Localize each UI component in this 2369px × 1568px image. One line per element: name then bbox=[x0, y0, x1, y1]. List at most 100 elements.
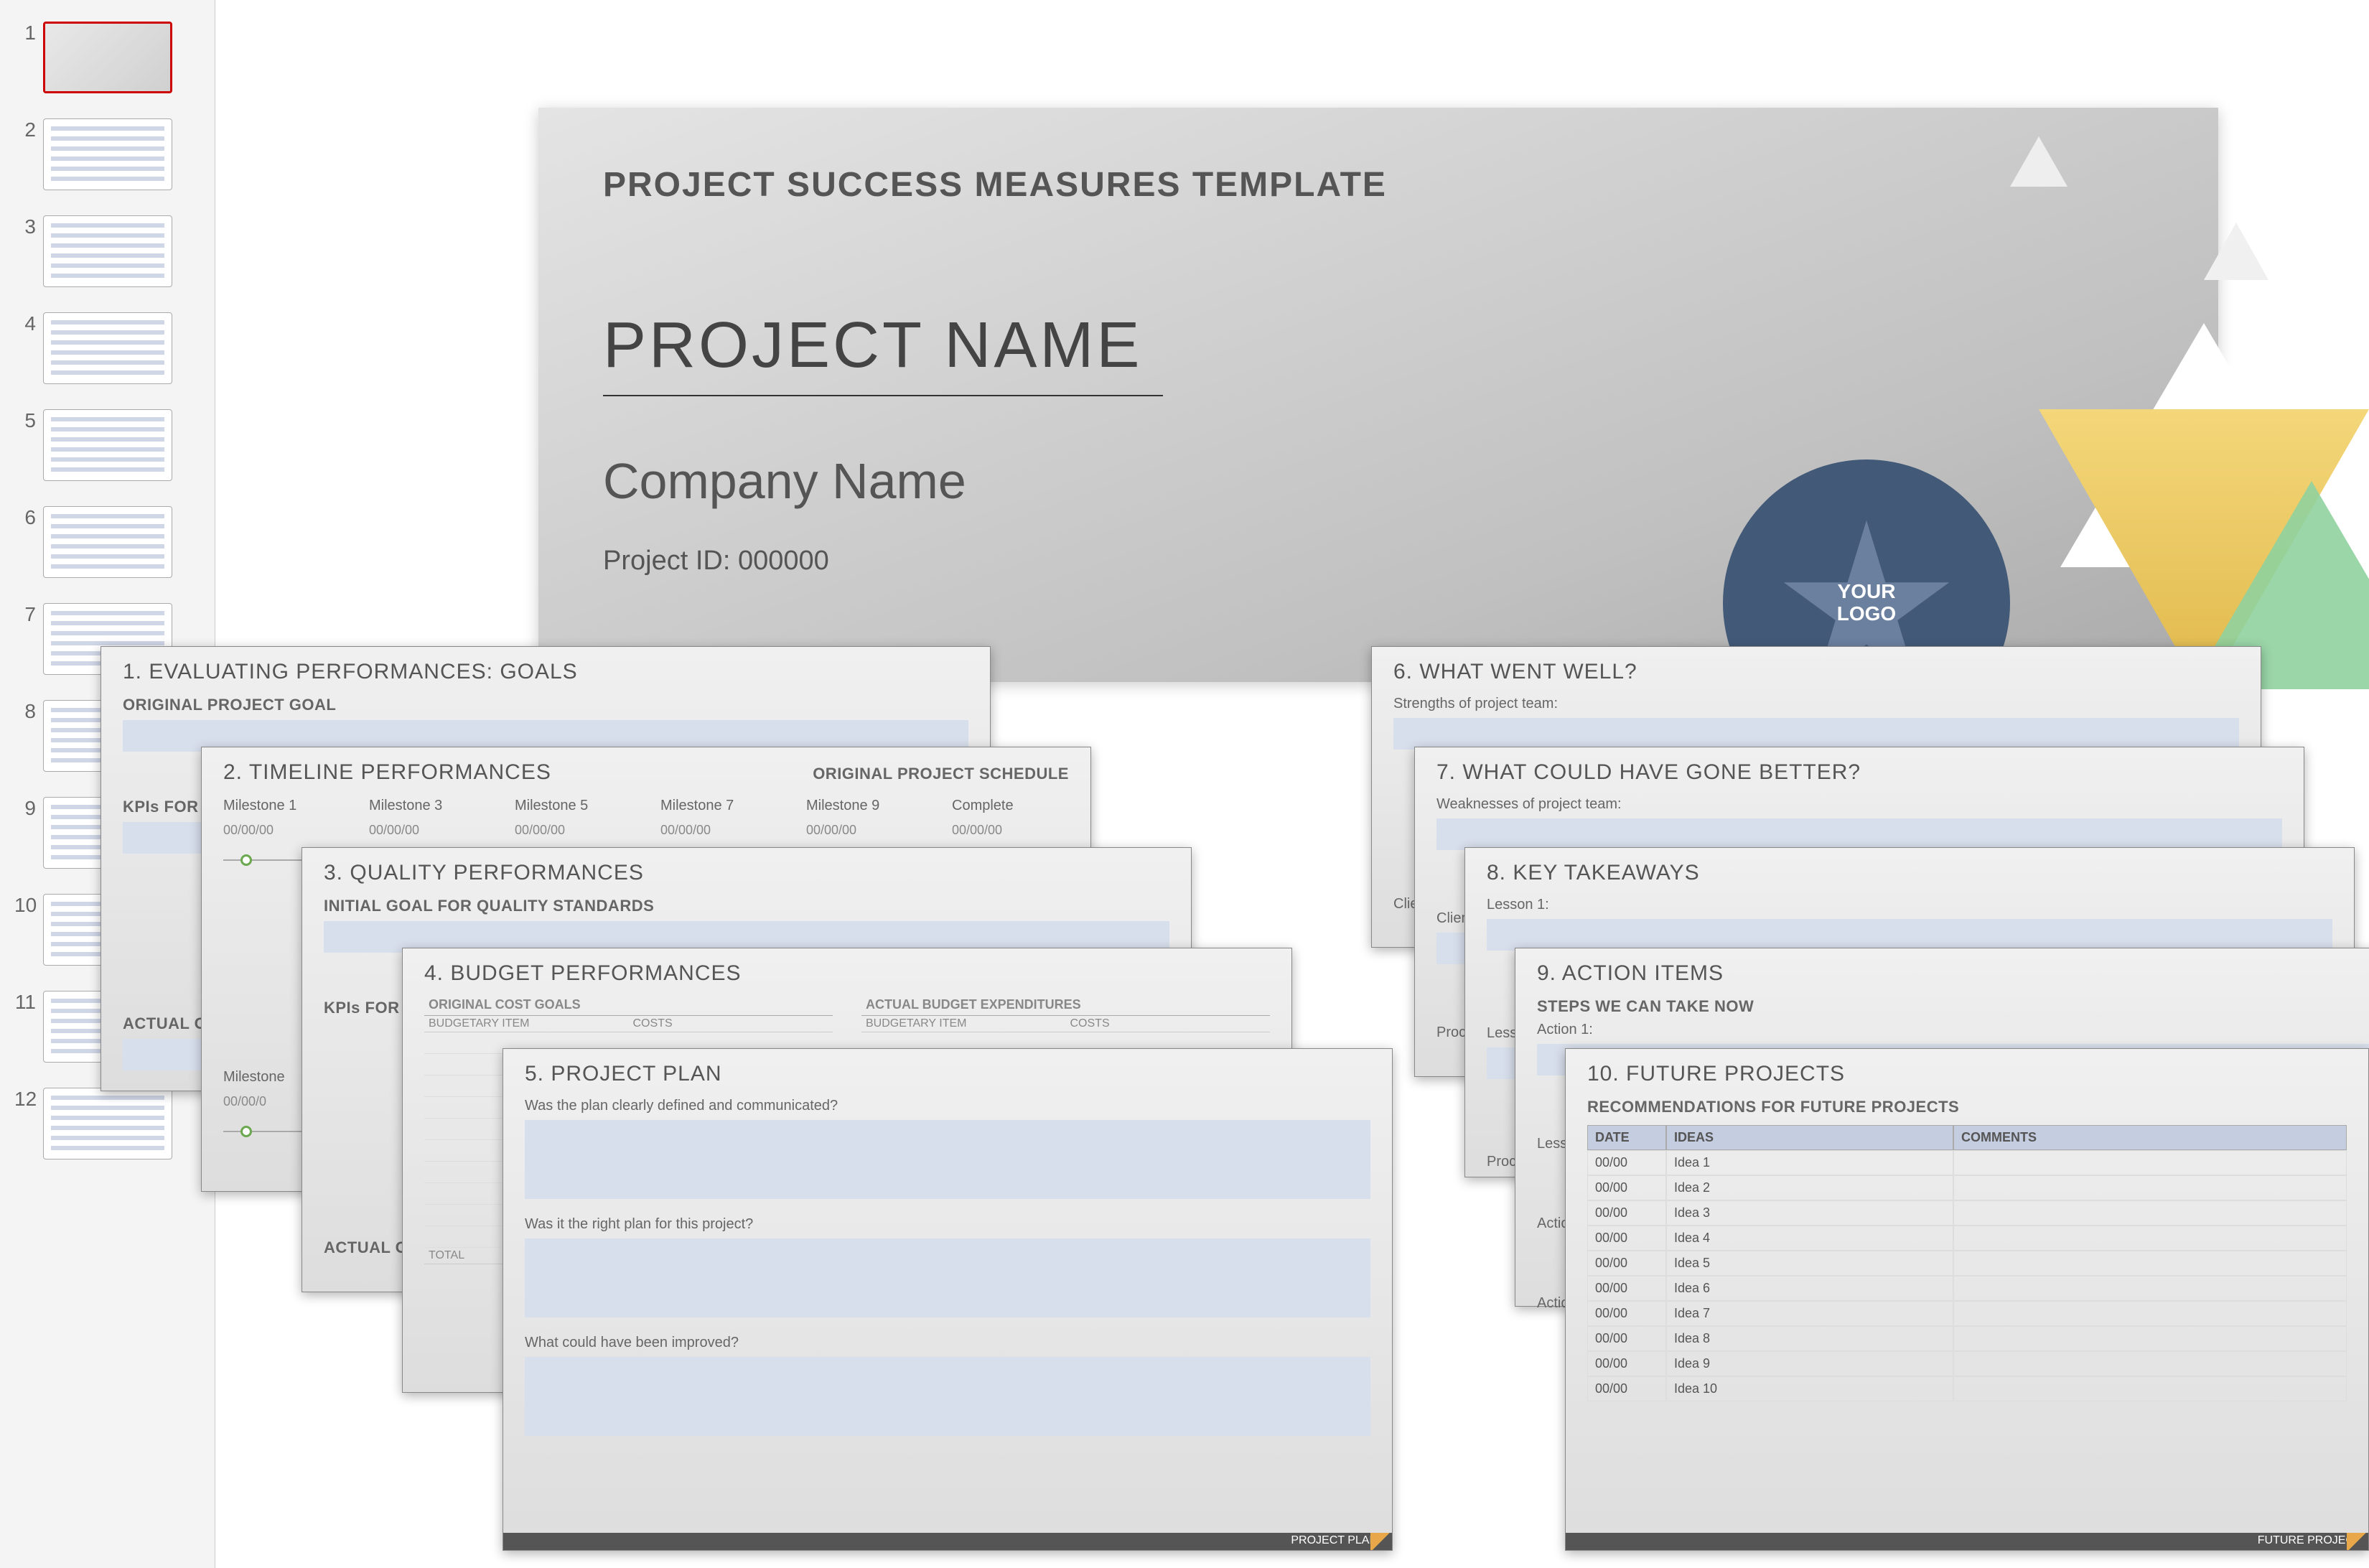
table-row: 00/00Idea 7 bbox=[1587, 1301, 2347, 1326]
cell-date: 00/00 bbox=[1587, 1150, 1666, 1175]
subheading: STEPS WE CAN TAKE NOW bbox=[1515, 994, 2369, 1019]
card-title: 4. BUDGET PERFORMANCES bbox=[403, 948, 1291, 994]
milestone-label: Complete bbox=[952, 798, 1069, 814]
logo-text: YOUR LOGO bbox=[1823, 581, 1910, 625]
triangle-decoration bbox=[2204, 223, 2268, 280]
schedule-heading: ORIGINAL PROJECT SCHEDULE bbox=[813, 752, 1069, 783]
column-label: BUDGETARY ITEM bbox=[424, 1016, 629, 1032]
card-title: 1. EVALUATING PERFORMANCES: GOALS bbox=[101, 647, 990, 693]
milestone-date: 00/00/00 bbox=[515, 823, 632, 838]
column-header: IDEAS bbox=[1666, 1125, 1953, 1150]
table-row: 00/00Idea 8 bbox=[1587, 1326, 2347, 1351]
thumbnail-number: 5 bbox=[14, 409, 43, 432]
milestone-date: 00/00/00 bbox=[223, 823, 340, 838]
main-slide: PROJECT SUCCESS MEASURES TEMPLATE PROJEC… bbox=[538, 108, 2218, 682]
prompt-text: Weaknesses of project team: bbox=[1415, 793, 2304, 816]
future-projects-table: DATE IDEAS COMMENTS 00/00Idea 100/00Idea… bbox=[1587, 1125, 2347, 1401]
cell-comments bbox=[1953, 1276, 2347, 1301]
thumbnail-number: 6 bbox=[14, 506, 43, 529]
cell-date: 00/00 bbox=[1587, 1175, 1666, 1200]
cell-comments bbox=[1953, 1226, 2347, 1251]
table-row: 00/00Idea 3 bbox=[1587, 1200, 2347, 1226]
card-title: 2. TIMELINE PERFORMANCES bbox=[202, 747, 573, 793]
slide-thumbnail[interactable]: 2 bbox=[14, 118, 200, 190]
column-label: COSTS bbox=[1066, 1016, 1271, 1032]
prompt-text: Strengths of project team: bbox=[1372, 693, 2261, 715]
table-row: 00/00Idea 1 bbox=[1587, 1150, 2347, 1175]
cell-idea: Idea 2 bbox=[1666, 1175, 1953, 1200]
cell-date: 00/00 bbox=[1587, 1200, 1666, 1226]
card-title: 7. WHAT COULD HAVE GONE BETTER? bbox=[1415, 747, 2304, 793]
slide-thumbnail[interactable]: 12 bbox=[14, 1088, 200, 1159]
subheading: RECOMMENDATIONS FOR FUTURE PROJECTS bbox=[1566, 1095, 2368, 1119]
slide-thumbnail[interactable]: 3 bbox=[14, 215, 200, 287]
subheading: INITIAL GOAL FOR QUALITY STANDARDS bbox=[302, 894, 1191, 918]
cell-date: 00/00 bbox=[1587, 1376, 1666, 1401]
thumbnail-number: 3 bbox=[14, 215, 43, 238]
milestone-label: Milestone 3 bbox=[369, 798, 486, 814]
thumbnail-preview[interactable] bbox=[43, 312, 172, 384]
cell-comments bbox=[1953, 1301, 2347, 1326]
thumbnail-preview[interactable] bbox=[43, 22, 172, 93]
card-title: 8. KEY TAKEAWAYS bbox=[1465, 848, 2354, 894]
card-title: 9. ACTION ITEMS bbox=[1515, 948, 2369, 994]
cell-idea: Idea 8 bbox=[1666, 1326, 1953, 1351]
thumbnail-preview[interactable] bbox=[43, 215, 172, 287]
milestone-label: Milestone 9 bbox=[806, 798, 923, 814]
cell-date: 00/00 bbox=[1587, 1326, 1666, 1351]
card-future-projects[interactable]: 10. FUTURE PROJECTS RECOMMENDATIONS FOR … bbox=[1565, 1048, 2369, 1551]
company-name: Company Name bbox=[603, 452, 966, 510]
thumbnail-number: 4 bbox=[14, 312, 43, 335]
cell-date: 00/00 bbox=[1587, 1301, 1666, 1326]
thumbnail-preview[interactable] bbox=[43, 409, 172, 481]
column-label: COSTS bbox=[629, 1016, 833, 1032]
thumbnail-number: 11 bbox=[14, 991, 43, 1014]
milestone-date: 00/00/00 bbox=[369, 823, 486, 838]
thumbnail-number: 2 bbox=[14, 118, 43, 141]
table-row: 00/00Idea 4 bbox=[1587, 1226, 2347, 1251]
thumbnail-preview[interactable] bbox=[43, 1088, 172, 1159]
thumbnail-preview[interactable] bbox=[43, 118, 172, 190]
milestone-date: 00/00/00 bbox=[660, 823, 777, 838]
column-label: BUDGETARY ITEM bbox=[861, 1016, 1066, 1032]
card-project-plan[interactable]: 5. PROJECT PLAN Was the plan clearly def… bbox=[503, 1048, 1393, 1551]
card-title: 10. FUTURE PROJECTS bbox=[1566, 1049, 2368, 1095]
cell-idea: Idea 6 bbox=[1666, 1276, 1953, 1301]
thumbnail-number: 9 bbox=[14, 797, 43, 820]
cell-idea: Idea 3 bbox=[1666, 1200, 1953, 1226]
prompt-text: Lesson 1: bbox=[1465, 894, 2354, 916]
card-footer: PROJECT PLAN bbox=[503, 1533, 1392, 1550]
table-row: 00/00Idea 9 bbox=[1587, 1351, 2347, 1376]
slide-thumbnail[interactable]: 5 bbox=[14, 409, 200, 481]
cell-idea: Idea 10 bbox=[1666, 1376, 1953, 1401]
cell-date: 00/00 bbox=[1587, 1276, 1666, 1301]
subheading: ORIGINAL PROJECT GOAL bbox=[101, 693, 990, 717]
thumbnail-number: 1 bbox=[14, 22, 43, 45]
card-title: 6. WHAT WENT WELL? bbox=[1372, 647, 2261, 693]
content-bar bbox=[1393, 718, 2239, 750]
cell-comments bbox=[1953, 1200, 2347, 1226]
cell-date: 00/00 bbox=[1587, 1251, 1666, 1276]
cell-idea: Idea 5 bbox=[1666, 1251, 1953, 1276]
table-row: 00/00Idea 5 bbox=[1587, 1251, 2347, 1276]
milestone-date: 00/00/00 bbox=[806, 823, 923, 838]
budget-header: ACTUAL BUDGET EXPENDITURES bbox=[861, 994, 1270, 1016]
thumbnail-number: 8 bbox=[14, 700, 43, 723]
question-text: What could have been improved? bbox=[503, 1332, 1392, 1354]
template-title: PROJECT SUCCESS MEASURES TEMPLATE bbox=[603, 165, 1387, 205]
answer-bar bbox=[525, 1357, 1370, 1436]
cell-date: 00/00 bbox=[1587, 1226, 1666, 1251]
slide-thumbnail[interactable]: 6 bbox=[14, 506, 200, 578]
table-row: 00/00Idea 6 bbox=[1587, 1276, 2347, 1301]
slide-thumbnail[interactable]: 4 bbox=[14, 312, 200, 384]
thumbnail-preview[interactable] bbox=[43, 506, 172, 578]
cell-comments bbox=[1953, 1351, 2347, 1376]
milestone-date: 00/00/00 bbox=[952, 823, 1069, 838]
cell-date: 00/00 bbox=[1587, 1351, 1666, 1376]
cell-comments bbox=[1953, 1251, 2347, 1276]
slide-thumbnail[interactable]: 1 bbox=[14, 22, 200, 93]
title-underline bbox=[603, 395, 1163, 396]
milestone-label: Milestone 5 bbox=[515, 798, 632, 814]
milestone-label: Milestone 7 bbox=[660, 798, 777, 814]
cell-idea: Idea 1 bbox=[1666, 1150, 1953, 1175]
